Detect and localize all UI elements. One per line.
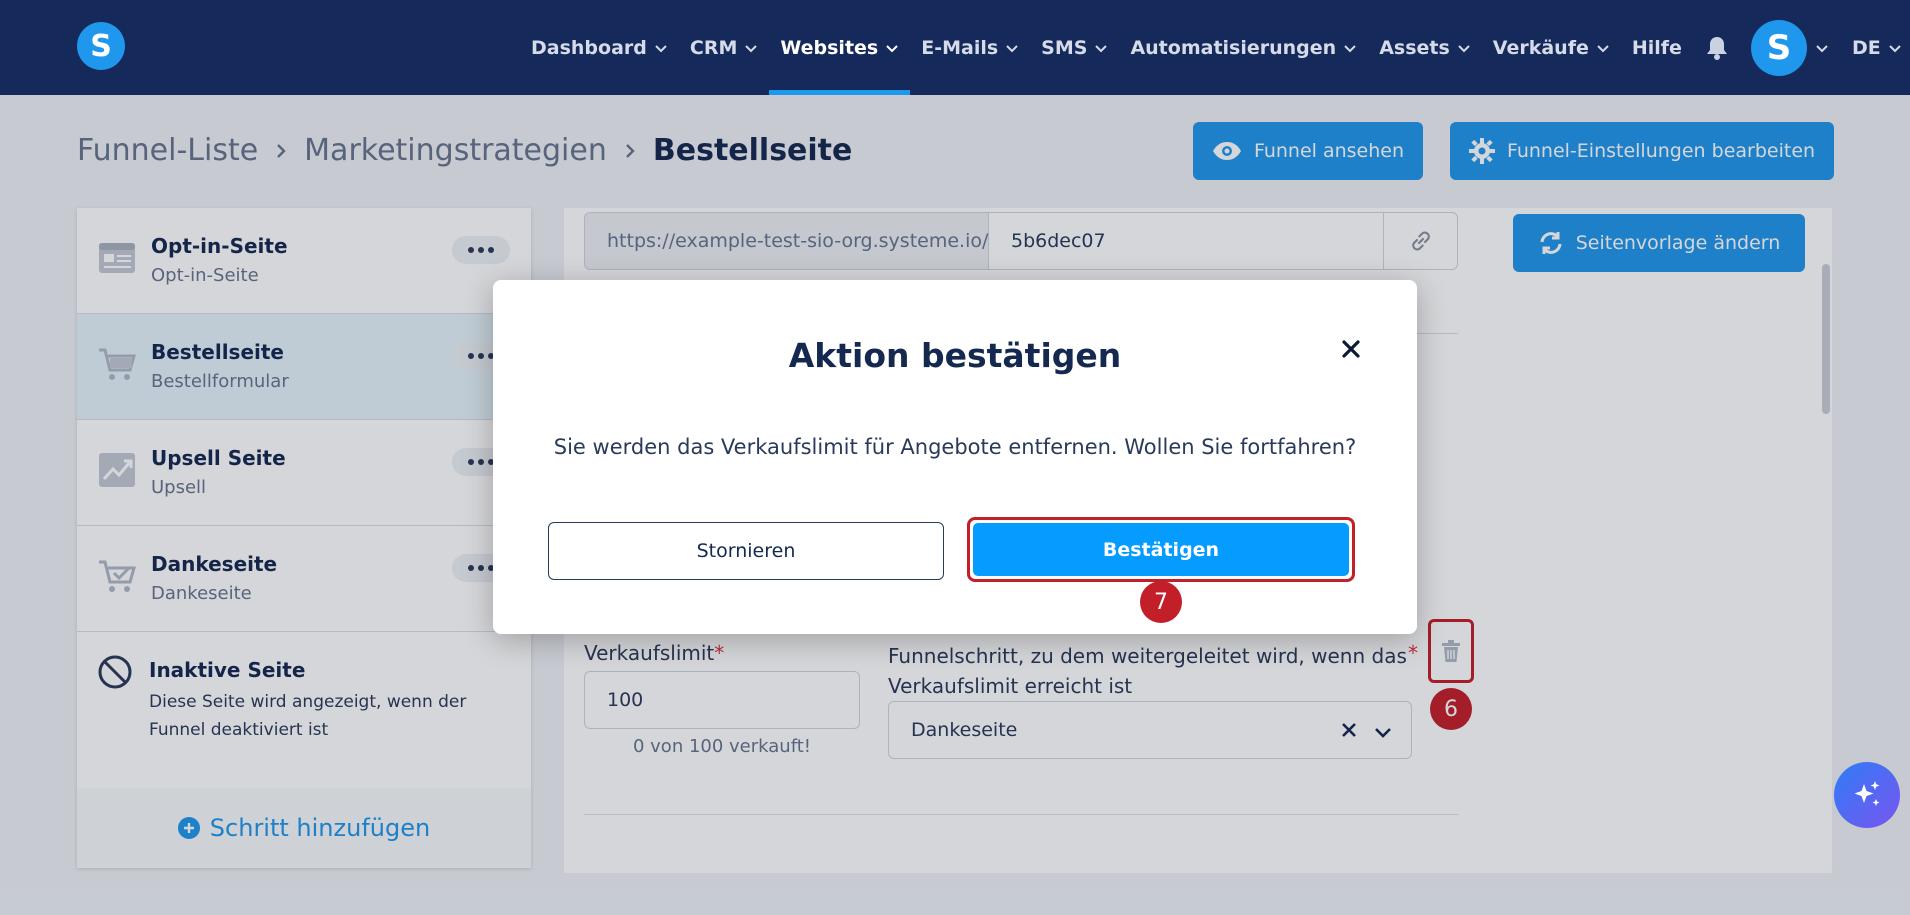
bell-icon xyxy=(1706,36,1727,60)
chevron-down-icon xyxy=(1889,44,1901,52)
nav-assets[interactable]: Assets xyxy=(1368,0,1482,95)
chevron-down-icon xyxy=(655,44,667,52)
chevron-down-icon xyxy=(1816,44,1828,52)
dialog-message: Sie werden das Verkaufslimit für Angebot… xyxy=(553,435,1357,459)
confirm-action-dialog: Aktion bestätigen Sie werden das Verkauf… xyxy=(493,280,1417,634)
chevron-down-icon xyxy=(1095,44,1108,52)
chevron-down-icon xyxy=(1344,44,1356,52)
main-nav: Dashboard CRM Websites E-Mails SMS Autom… xyxy=(520,0,1910,95)
confirm-button-highlight: Bestätigen xyxy=(967,517,1355,582)
nav-label: Dashboard xyxy=(531,36,647,59)
chevron-down-icon xyxy=(1458,44,1470,52)
systeme-logo[interactable]: S xyxy=(77,22,125,70)
nav-label: Automatisierungen xyxy=(1130,36,1337,59)
top-navbar: S Dashboard CRM Websites E-Mails SMS Aut… xyxy=(0,0,1910,95)
nav-label: E-Mails xyxy=(921,36,999,59)
nav-label: Assets xyxy=(1379,36,1450,59)
user-menu[interactable]: S xyxy=(1741,0,1841,95)
nav-verkaeufe[interactable]: Verkäufe xyxy=(1482,0,1621,95)
chevron-down-icon xyxy=(1597,44,1609,52)
cancel-button[interactable]: Stornieren xyxy=(548,522,944,580)
nav-automatisierungen[interactable]: Automatisierungen xyxy=(1119,0,1368,95)
nav-label: Websites xyxy=(780,36,879,59)
nav-websites[interactable]: Websites xyxy=(769,0,911,95)
nav-label: Verkäufe xyxy=(1492,36,1589,59)
ai-assistant-button[interactable] xyxy=(1834,762,1900,828)
nav-emails[interactable]: E-Mails xyxy=(910,0,1030,95)
language-label: DE xyxy=(1851,36,1881,59)
chevron-down-icon xyxy=(745,44,758,52)
sparkle-icon xyxy=(1854,781,1880,806)
close-icon[interactable] xyxy=(1338,336,1364,362)
nav-label: SMS xyxy=(1041,36,1088,59)
notifications-button[interactable] xyxy=(1693,0,1741,95)
confirm-button[interactable]: Bestätigen xyxy=(973,523,1349,576)
dialog-title: Aktion bestätigen xyxy=(788,336,1122,375)
nav-hilfe[interactable]: Hilfe xyxy=(1621,0,1693,95)
nav-label: CRM xyxy=(689,36,738,59)
avatar: S xyxy=(1750,19,1807,76)
nav-label: Hilfe xyxy=(1631,36,1682,59)
annotation-badge-7: 7 xyxy=(1140,581,1182,623)
nav-crm[interactable]: CRM xyxy=(679,0,769,95)
chevron-down-icon xyxy=(1006,44,1018,52)
nav-sms[interactable]: SMS xyxy=(1030,0,1119,95)
language-switcher[interactable]: DE xyxy=(1841,0,1910,95)
nav-dashboard[interactable]: Dashboard xyxy=(520,0,679,95)
chevron-down-icon xyxy=(886,44,898,52)
